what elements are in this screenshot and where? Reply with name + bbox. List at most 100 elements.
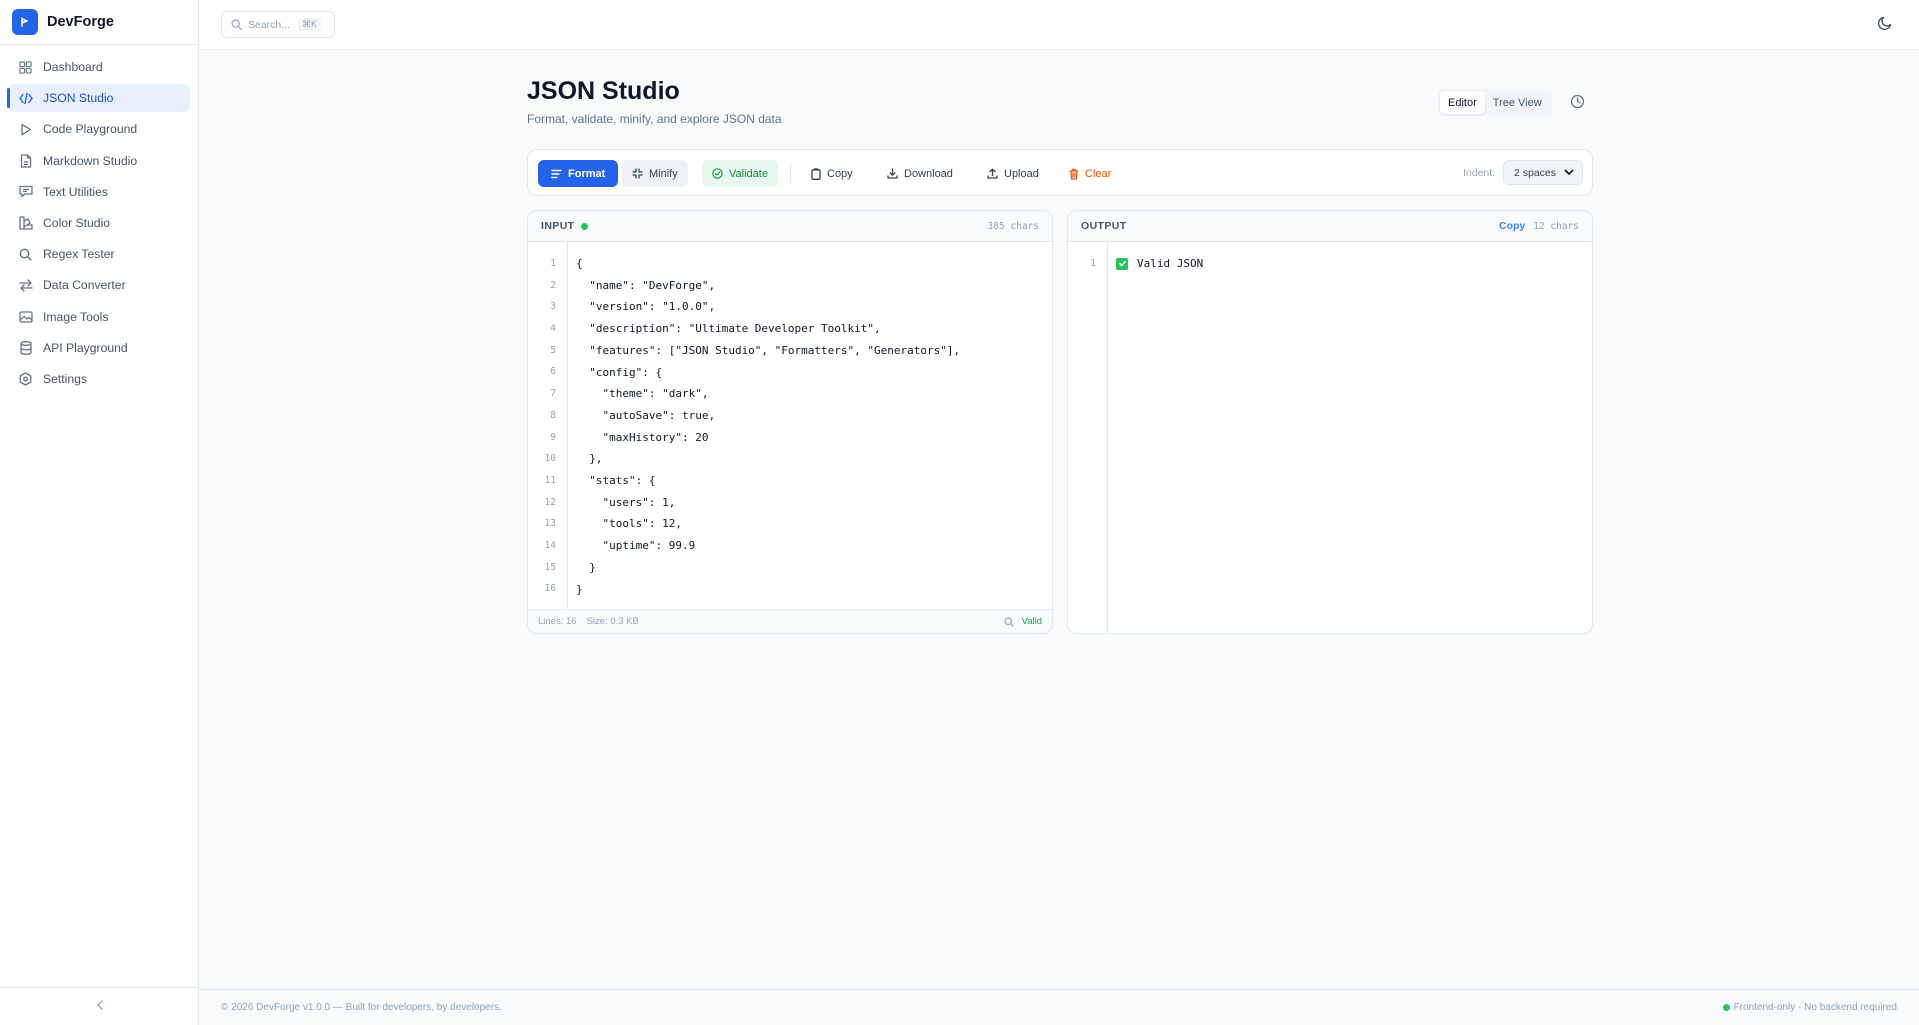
line-number: 10 <box>544 453 556 465</box>
history-button[interactable] <box>1570 94 1586 110</box>
upload-icon <box>987 168 998 179</box>
tab-editor[interactable]: Editor <box>1440 91 1485 114</box>
sidebar-item-regex-tester[interactable]: Regex Tester <box>8 240 190 268</box>
input-panel-header: INPUT 385 chars <box>528 211 1052 242</box>
clipboard-icon <box>811 167 821 180</box>
moon-icon <box>1877 16 1893 35</box>
indent-value: 2 spaces <box>1514 166 1557 179</box>
output-panel-header: OUTPUT Copy 12 chars <box>1068 211 1592 242</box>
line-number: 11 <box>544 474 556 486</box>
validate-button[interactable]: Validate <box>702 160 778 187</box>
clock-icon <box>1570 94 1585 113</box>
validation-status-label: Valid <box>1021 616 1042 627</box>
tab-tree-view[interactable]: Tree View <box>1485 91 1550 114</box>
page-subtitle: Format, validate, minify, and explore JS… <box>527 112 782 126</box>
input-panel: INPUT 385 chars 1 2 3 4 5 6 7 8 9 10 11 12 13 14 15 16 … <box>527 210 1053 634</box>
sidebar-item-data-converter[interactable]: Data Converter <box>8 271 190 299</box>
sidebar-item-settings[interactable]: Settings <box>8 365 190 393</box>
download-button[interactable]: Download <box>877 160 963 187</box>
sidebar-item-json-studio[interactable]: JSON Studio <box>7 84 190 113</box>
file-icon <box>18 153 33 168</box>
sidebar-item-image-tools[interactable]: Image Tools <box>8 303 190 331</box>
sidebar-item-text-utilities[interactable]: Text Utilities <box>8 178 190 206</box>
database-icon <box>18 340 33 355</box>
line-number: 15 <box>544 561 556 573</box>
grid-icon <box>18 60 33 75</box>
sidebar-item-label: Markdown Studio <box>43 153 138 168</box>
page-title: JSON Studio <box>527 77 680 105</box>
line-number: 13 <box>544 518 556 530</box>
output-result: Valid JSON <box>1137 257 1204 271</box>
toolbar-divider <box>790 164 791 183</box>
download-icon <box>887 168 898 179</box>
format-label: Format <box>568 167 606 180</box>
sidebar-item-label: Color Studio <box>43 215 111 230</box>
code-content[interactable]: { "name": "DevForge", "version": "1.0.0"… <box>568 242 960 609</box>
format-button[interactable]: Format <box>538 160 619 187</box>
brand[interactable]: DevForge <box>0 0 198 45</box>
indent-select[interactable]: 2 spaces <box>1503 160 1583 185</box>
sidebar-item-api-playground[interactable]: API Playground <box>8 334 190 362</box>
sidebar-item-label: JSON Studio <box>43 91 114 106</box>
sidebar-item-label: API Playground <box>43 340 128 355</box>
brand-name: DevForge <box>47 14 114 30</box>
input-panel-footer: Lines: 16 Size: 0.3 KB Valid <box>528 609 1052 633</box>
gear-icon <box>18 371 33 386</box>
line-number: 5 <box>550 344 556 356</box>
line-number: 3 <box>550 301 556 313</box>
json-input-text[interactable]: { "name": "DevForge", "version": "1.0.0"… <box>576 253 960 600</box>
sidebar-item-color-studio[interactable]: Color Studio <box>8 209 190 237</box>
copy-button[interactable]: Copy <box>801 160 863 187</box>
chevron-down-icon <box>1563 166 1575 181</box>
sidebar-item-label: Code Playground <box>43 122 138 137</box>
minify-button[interactable]: Minify <box>622 160 688 187</box>
footer-copyright: © 2026 DevForge v1.0.0 — Built for devel… <box>221 1002 502 1013</box>
search-input[interactable]: Search... ⌘K <box>221 11 335 38</box>
sidebar-item-label: Text Utilities <box>43 184 109 199</box>
output-panel-label: OUTPUT <box>1081 220 1127 232</box>
search-shortcut: ⌘K <box>298 18 322 31</box>
search-icon <box>18 247 33 262</box>
sidebar-item-label: Dashboard <box>43 60 103 74</box>
indent-label: Indent: <box>1463 167 1496 179</box>
sidebar-item-label: Settings <box>43 371 88 386</box>
align-icon <box>551 169 562 178</box>
line-number: 2 <box>550 279 556 291</box>
output-copy-button[interactable]: Copy <box>1499 220 1525 232</box>
line-number: 1 <box>550 258 556 269</box>
line-number: 14 <box>544 539 556 551</box>
output-content: Valid JSON <box>1108 242 1203 633</box>
chevron-left-icon <box>95 998 105 1016</box>
collapse-sidebar-button[interactable] <box>0 987 199 1025</box>
image-icon <box>18 309 33 324</box>
line-number: 12 <box>544 496 556 508</box>
sidebar-item-code-playground[interactable]: Code Playground <box>8 115 190 143</box>
copy-label: Copy <box>827 167 853 180</box>
code-icon <box>18 91 33 106</box>
clear-label: Clear <box>1085 167 1112 180</box>
clear-button[interactable]: Clear <box>1059 160 1121 187</box>
check-circle-icon <box>712 168 723 179</box>
trash-icon <box>1069 168 1079 180</box>
search-icon <box>231 19 242 30</box>
sidebar-item-markdown-studio[interactable]: Markdown Studio <box>8 147 190 175</box>
theme-toggle-button[interactable] <box>1877 15 1895 33</box>
line-number: 9 <box>550 431 556 443</box>
upload-button[interactable]: Upload <box>977 160 1049 187</box>
line-number: 16 <box>544 583 556 595</box>
view-toggle: Editor Tree View <box>1438 89 1552 116</box>
swap-icon <box>18 278 33 293</box>
sidebar-item-label: Image Tools <box>43 309 109 324</box>
palette-icon <box>18 215 33 230</box>
footer: © 2026 DevForge v1.0.0 — Built for devel… <box>199 989 1919 1025</box>
upload-label: Upload <box>1004 167 1039 180</box>
input-editor[interactable]: 1 2 3 4 5 6 7 8 9 10 11 12 13 14 15 16 { "name": "DevFo… <box>528 242 1052 609</box>
check-icon <box>1116 257 1128 270</box>
topbar: Search... ⌘K <box>199 0 1919 50</box>
sidebar-item-dashboard[interactable]: Dashboard <box>8 53 190 81</box>
line-number: 7 <box>550 388 556 400</box>
minimize-icon <box>632 168 643 179</box>
output-char-count: 12 chars <box>1533 220 1579 232</box>
search-icon <box>1004 616 1014 627</box>
sidebar-nav: Dashboard JSON Studio Code Playground Ma… <box>0 45 198 393</box>
